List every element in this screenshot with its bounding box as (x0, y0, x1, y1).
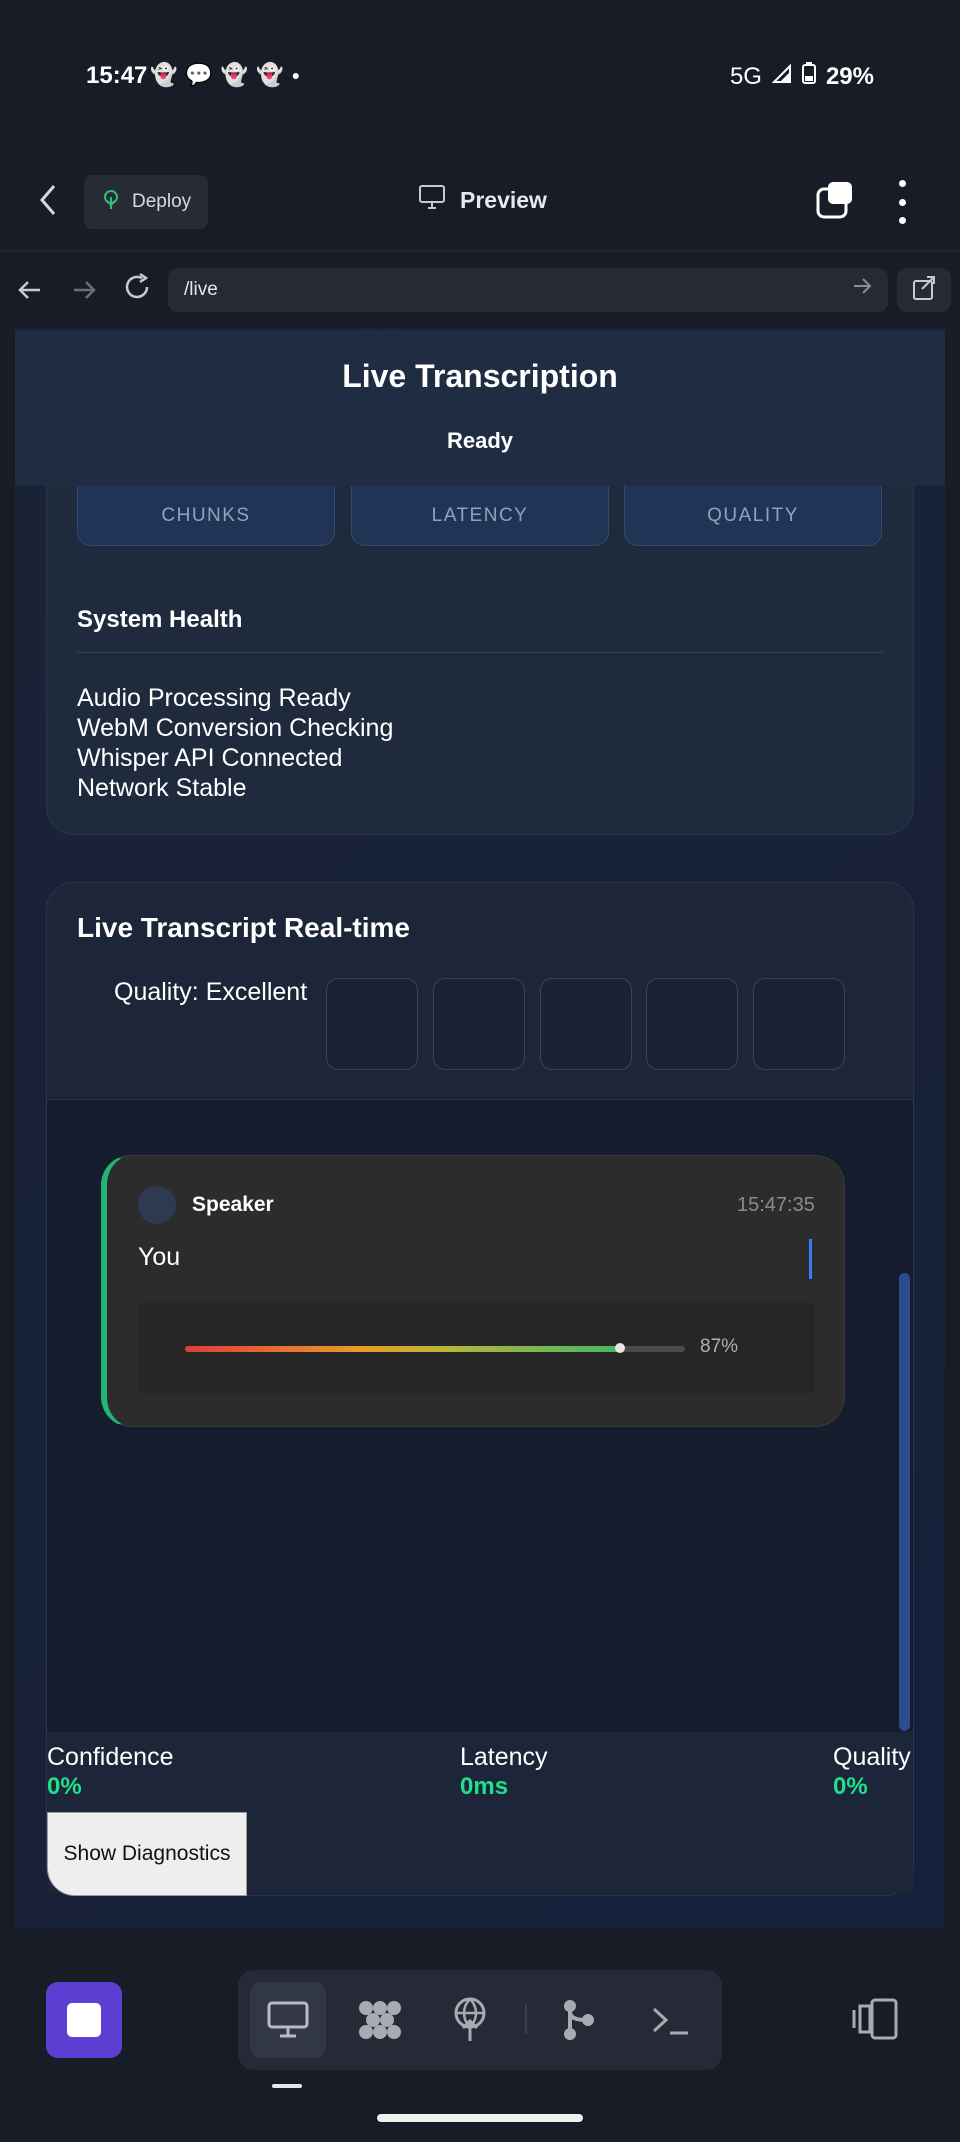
quality-box (326, 978, 418, 1070)
health-item-webm: WebM Conversion Checking (77, 714, 394, 742)
url-go-button[interactable] (852, 276, 872, 302)
home-indicator[interactable] (377, 2114, 583, 2122)
health-item-audio: Audio Processing Ready (77, 684, 351, 712)
stat-quality-label: Quality (833, 1743, 911, 1771)
stat-confidence-label: Confidence (47, 1743, 174, 1771)
deploy-button[interactable]: Deploy (84, 175, 208, 229)
notification-icons: 👻 💬 👻 👻 ● (150, 62, 300, 88)
health-item-whisper: Whisper API Connected (77, 744, 343, 772)
metric-chunks: CHUNKS (77, 486, 335, 546)
stat-quality-value: 0% (833, 1773, 868, 1800)
deploy-icon (100, 188, 122, 216)
deploy-icon (454, 1997, 486, 2041)
typing-caret (809, 1239, 812, 1279)
open-external-button[interactable] (897, 268, 951, 312)
message-timestamp: 15:47:35 (737, 1194, 815, 1216)
preview-tool-button[interactable] (250, 1982, 326, 2058)
stop-icon (67, 2003, 101, 2037)
transcript-scrollbar[interactable] (899, 1273, 910, 1731)
tabs-button[interactable] (815, 180, 855, 220)
menu-dot (898, 217, 906, 224)
confidence-indicator (615, 1343, 625, 1353)
stat-confidence-value: 0% (47, 1773, 82, 1800)
arrow-right-icon (854, 278, 872, 294)
battery-icon (801, 62, 816, 91)
avatar (138, 1186, 176, 1224)
transcript-quality-label: Quality: Excellent (114, 978, 308, 1006)
reload-icon (125, 272, 149, 299)
terminal-icon (652, 2007, 688, 2035)
system-health-list: Audio Processing Ready WebM Conversion C… (77, 683, 393, 803)
active-tab-indicator (272, 2084, 302, 2088)
snapchat-icon: 👻 (256, 62, 284, 87)
speaker-name: Speaker (192, 1193, 274, 1216)
url-text: /live (184, 279, 218, 300)
browser-forward-button[interactable] (70, 276, 98, 312)
branch-icon (564, 2000, 594, 2040)
quality-box (753, 978, 845, 1070)
nodes-icon (359, 2001, 401, 2039)
stat-latency-label: Latency (460, 1743, 548, 1771)
status-right: 5G 29% (730, 62, 874, 91)
tool-separator (525, 2004, 527, 2034)
snapchat-icon: 👻 (220, 62, 249, 87)
message-text: You (138, 1243, 181, 1271)
metric-quality: QUALITY (624, 486, 882, 546)
header-divider (0, 250, 960, 252)
arrow-right-icon (74, 281, 96, 299)
more-menu-button[interactable] (892, 180, 912, 224)
show-diagnostics-button[interactable]: Show Diagnostics (47, 1812, 247, 1896)
preview-toggle[interactable]: Preview (418, 184, 547, 216)
metric-latency: LATENCY (351, 486, 609, 546)
page-title: Live Transcription (342, 358, 618, 394)
terminal-tool-button[interactable] (632, 1982, 708, 2058)
system-health-title: System Health (77, 606, 243, 633)
network-label: 5G (729, 62, 762, 90)
panel-layout-icon (852, 1998, 898, 2040)
deploy-tool-button[interactable] (432, 1982, 508, 2058)
git-tool-button[interactable] (540, 1982, 616, 2058)
health-item-network: Network Stable (77, 774, 247, 802)
page-status: Ready (446, 428, 514, 453)
external-link-icon (913, 276, 935, 300)
status-time: 15:47 (86, 62, 148, 89)
confidence-percent: 87% (700, 1336, 739, 1357)
browser-reload-button[interactable] (122, 272, 152, 310)
workflow-tool-button[interactable] (342, 1982, 418, 2058)
health-divider (77, 652, 883, 653)
confidence-fill (185, 1346, 620, 1352)
monitor-icon (267, 2001, 309, 2038)
dot-icon: ● (291, 67, 301, 83)
battery-label: 29% (825, 62, 874, 90)
deploy-label: Deploy (132, 191, 192, 212)
back-button[interactable] (38, 182, 72, 222)
quality-box (646, 978, 738, 1070)
page-header (15, 330, 945, 486)
tabs-icon (816, 182, 852, 219)
transcript-title: Live Transcript Real-time (77, 912, 411, 943)
arrow-left-icon (18, 281, 40, 299)
preview-label: Preview (460, 186, 547, 213)
snapchat-icon: 👻 (150, 62, 178, 87)
browser-back-button[interactable] (16, 276, 44, 312)
quality-box (540, 978, 632, 1070)
url-input[interactable]: /live (168, 268, 888, 312)
monitor-icon (418, 184, 446, 216)
menu-dot (898, 198, 906, 206)
layout-toggle-button[interactable] (852, 1996, 900, 2042)
quality-box (433, 978, 525, 1070)
stat-latency-value: 0ms (460, 1773, 509, 1800)
chat-icon: 💬 (185, 62, 213, 87)
stop-button[interactable] (46, 1982, 122, 2058)
menu-dot (898, 180, 906, 187)
chevron-left-icon (40, 185, 56, 215)
signal-icon (771, 63, 792, 91)
